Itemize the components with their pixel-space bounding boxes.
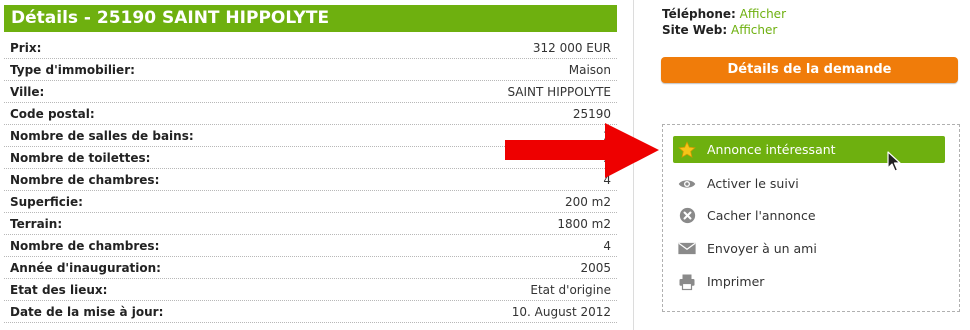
detail-value: 2005 bbox=[580, 260, 611, 275]
action-label: Annonce intéressant bbox=[707, 142, 836, 157]
detail-value: Etat d'origine bbox=[530, 282, 611, 297]
detail-label: Date de la mise à jour: bbox=[10, 304, 164, 319]
eye-icon bbox=[677, 174, 697, 194]
detail-label: Ville: bbox=[10, 84, 45, 99]
print-button[interactable]: Imprimer bbox=[673, 268, 945, 295]
show-website-link[interactable]: Afficher bbox=[731, 23, 777, 37]
mouse-cursor-icon bbox=[887, 151, 901, 172]
demand-details-button[interactable]: Détails de la demande bbox=[661, 57, 958, 83]
website-line: Site Web: Afficher bbox=[662, 22, 786, 38]
printer-icon bbox=[677, 272, 697, 292]
detail-value: 25190 bbox=[572, 106, 611, 121]
phone-label: Téléphone: bbox=[662, 7, 736, 21]
detail-row: Date de la mise à jour: 10. August 2012 bbox=[4, 301, 617, 323]
detail-label: Nombre de chambres: bbox=[10, 172, 160, 187]
contact-info: Téléphone: Afficher Site Web: Afficher bbox=[662, 6, 786, 38]
star-icon bbox=[677, 140, 697, 160]
detail-label: Prix: bbox=[10, 40, 42, 55]
detail-value: 10. August 2012 bbox=[511, 304, 611, 319]
detail-label: Année d'inauguration: bbox=[10, 260, 161, 275]
details-title: Détails - 25190 SAINT HIPPOLYTE bbox=[4, 5, 617, 32]
close-circle-icon bbox=[677, 206, 697, 226]
show-phone-link[interactable]: Afficher bbox=[740, 7, 786, 21]
detail-row: Superficie: 200 m2 bbox=[4, 191, 617, 213]
detail-value: 312 000 EUR bbox=[532, 40, 611, 55]
red-arrow-annotation bbox=[505, 123, 659, 178]
detail-label: Type d'immobilier: bbox=[10, 62, 135, 77]
detail-label: Terrain: bbox=[10, 216, 63, 231]
detail-value: Maison bbox=[568, 62, 611, 77]
detail-row: Terrain: 1800 m2 bbox=[4, 213, 617, 235]
detail-row: Prix: 312 000 EUR bbox=[4, 37, 617, 59]
interesting-listing-button[interactable]: Annonce intéressant bbox=[673, 136, 945, 163]
follow-button[interactable]: Activer le suivi bbox=[673, 170, 945, 197]
phone-line: Téléphone: Afficher bbox=[662, 6, 786, 22]
detail-value: 1800 m2 bbox=[557, 216, 611, 231]
envelope-icon bbox=[677, 239, 697, 259]
action-label: Imprimer bbox=[707, 274, 765, 289]
detail-label: Nombre de toilettes: bbox=[10, 150, 151, 165]
detail-row: Nombre de chambres: 4 bbox=[4, 235, 617, 257]
send-to-friend-button[interactable]: Envoyer à un ami bbox=[673, 235, 945, 262]
actions-box: Annonce intéressant Activer le suivi Cac… bbox=[662, 124, 960, 312]
action-label: Activer le suivi bbox=[707, 176, 799, 191]
detail-value: 4 bbox=[603, 238, 611, 253]
detail-value: 200 m2 bbox=[564, 194, 611, 209]
detail-row: Type d'immobilier: Maison bbox=[4, 59, 617, 81]
detail-label: Nombre de chambres: bbox=[10, 238, 160, 253]
hide-listing-button[interactable]: Cacher l'annonce bbox=[673, 202, 945, 229]
action-label: Envoyer à un ami bbox=[707, 241, 817, 256]
detail-label: Etat des lieux: bbox=[10, 282, 108, 297]
detail-label: Superficie: bbox=[10, 194, 83, 209]
website-label: Site Web: bbox=[662, 23, 728, 37]
detail-label: Code postal: bbox=[10, 106, 95, 121]
detail-row: Ville: SAINT HIPPOLYTE bbox=[4, 81, 617, 103]
action-label: Cacher l'annonce bbox=[707, 208, 816, 223]
detail-label: Nombre de salles de bains: bbox=[10, 128, 194, 143]
detail-value: SAINT HIPPOLYTE bbox=[507, 84, 611, 99]
detail-row: Etat des lieux: Etat d'origine bbox=[4, 279, 617, 301]
detail-row: Année d'inauguration: 2005 bbox=[4, 257, 617, 279]
